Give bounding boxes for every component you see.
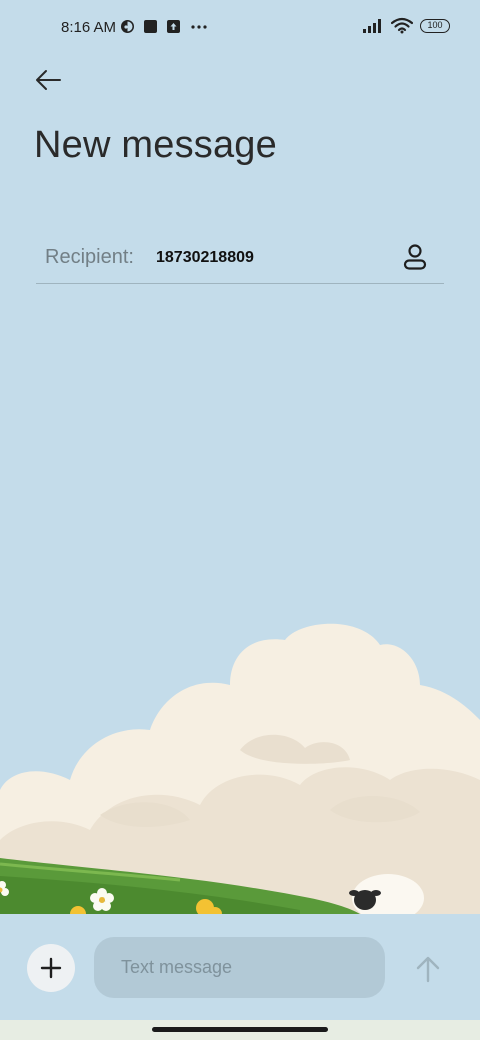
upload-icon bbox=[167, 20, 180, 33]
plus-icon bbox=[40, 957, 62, 979]
page-title: New message bbox=[34, 124, 277, 166]
back-button[interactable] bbox=[28, 62, 68, 98]
message-input[interactable] bbox=[94, 937, 385, 998]
navigation-bar bbox=[0, 1020, 480, 1040]
status-notification-icons bbox=[120, 19, 209, 34]
select-contact-button[interactable] bbox=[400, 242, 430, 272]
arrow-left-icon bbox=[36, 70, 61, 90]
recipient-field[interactable]: Recipient: 18730218809 bbox=[36, 232, 444, 284]
recipient-label: Recipient: bbox=[45, 246, 134, 268]
battery-icon: 100 bbox=[420, 18, 450, 33]
status-bar: 8:16 AM 100 bbox=[0, 0, 480, 56]
wallpaper-illustration bbox=[0, 623, 480, 920]
send-button[interactable] bbox=[410, 952, 446, 986]
home-indicator[interactable] bbox=[152, 1027, 328, 1032]
vpn-key-icon bbox=[121, 20, 134, 33]
battery-level: 100 bbox=[427, 20, 443, 30]
wifi-icon bbox=[391, 17, 413, 34]
status-system-icons: 100 bbox=[362, 17, 450, 34]
signal-icon bbox=[363, 18, 381, 33]
arrow-up-icon bbox=[416, 956, 440, 983]
square-app-icon bbox=[144, 20, 157, 33]
person-icon bbox=[403, 244, 427, 270]
attach-button[interactable] bbox=[27, 944, 75, 992]
recipient-value[interactable]: 18730218809 bbox=[156, 249, 254, 267]
status-time: 8:16 AM bbox=[61, 19, 117, 36]
compose-bar bbox=[0, 914, 480, 1020]
more-dots-icon bbox=[191, 25, 207, 29]
